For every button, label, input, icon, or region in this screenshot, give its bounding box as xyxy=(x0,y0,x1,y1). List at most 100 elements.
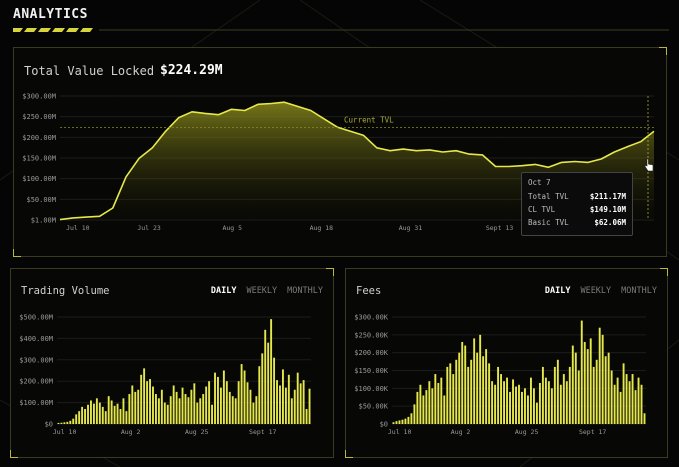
title-divider xyxy=(13,28,669,32)
x-tick-label: Jul 23 xyxy=(137,224,161,232)
volume-bar xyxy=(178,398,181,424)
y-tick-label: $500.00M xyxy=(19,314,53,322)
volume-bar xyxy=(175,391,178,424)
volume-bar xyxy=(66,421,69,424)
volume-bar xyxy=(160,389,163,424)
fees-bar xyxy=(512,379,514,424)
volume-bar xyxy=(305,409,308,424)
volume-bar xyxy=(252,402,255,424)
volume-bar xyxy=(125,411,128,424)
volume-bar xyxy=(169,396,172,424)
volume-bar xyxy=(84,409,86,424)
volume-bar xyxy=(287,374,290,424)
volume-bar xyxy=(92,403,95,424)
trading-volume-panel: Trading Volume DAILY WEEKLY MONTHLY $500… xyxy=(10,268,334,458)
fees-bar xyxy=(431,388,434,424)
volume-bar xyxy=(202,394,205,424)
fees-bar xyxy=(437,382,440,424)
fees-bar xyxy=(455,359,458,424)
volume-bar xyxy=(211,404,213,424)
fees-bar xyxy=(410,413,413,424)
hand-pointer-icon xyxy=(644,158,654,172)
y-tick-label: $100.00M xyxy=(19,399,53,407)
fees-bar xyxy=(574,352,577,424)
volume-bar xyxy=(98,402,101,424)
y-tick-label: $300.00M xyxy=(19,356,53,364)
fees-bar xyxy=(398,420,401,424)
fees-bar xyxy=(613,384,616,424)
volume-bar xyxy=(101,406,104,424)
fees-bar xyxy=(503,381,506,424)
volume-bar xyxy=(225,381,228,424)
fees-bar xyxy=(401,419,404,424)
fees-bar xyxy=(610,370,613,424)
volume-bar xyxy=(187,397,190,424)
volume-bar xyxy=(128,394,131,424)
trading-volume-chart[interactable]: $500.00M $400.00M $300.00M $200.00M $100.00M… xyxy=(11,269,335,459)
volume-bar xyxy=(234,398,237,424)
volume-bar xyxy=(208,381,211,424)
volume-bar xyxy=(60,422,63,424)
current-tvl-label: Current TVL xyxy=(344,115,394,124)
volume-bar xyxy=(78,411,81,424)
x-tick-label: Jul 10 xyxy=(53,428,77,436)
fees-bar xyxy=(449,363,452,424)
fees-bar xyxy=(568,366,571,424)
volume-bar xyxy=(264,329,267,424)
fees-bar xyxy=(521,391,523,424)
tooltip-row: CL TVL $149.10M xyxy=(528,205,626,214)
fees-bar xyxy=(586,349,589,424)
x-tick-label: Aug 25 xyxy=(515,428,539,436)
fees-bar xyxy=(494,384,497,424)
volume-bar xyxy=(122,398,125,424)
volume-bar xyxy=(276,380,278,424)
volume-bar xyxy=(217,376,219,424)
fees-bar xyxy=(595,359,598,424)
volume-bar xyxy=(116,403,119,424)
volume-bar xyxy=(63,422,66,424)
fees-bar xyxy=(527,395,529,424)
y-tick-label: $200.00M xyxy=(19,378,53,386)
fees-bar xyxy=(604,356,607,424)
y-tick-label: $150.00M xyxy=(22,155,56,163)
volume-bar xyxy=(155,394,157,424)
fees-bar xyxy=(416,391,419,424)
volume-bar xyxy=(293,389,296,424)
fees-bar xyxy=(619,391,622,424)
fees-bar xyxy=(616,377,619,424)
fees-bar xyxy=(622,363,625,424)
tooltip-row: Total TVL $211.17M xyxy=(528,192,626,201)
volume-bar xyxy=(107,396,110,424)
fees-bar xyxy=(592,366,595,424)
tvl-tooltip: Oct 7 Total TVL $211.17M CL TVL $149.10M… xyxy=(521,172,633,236)
fees-bar xyxy=(601,334,604,424)
fees-bar xyxy=(643,413,646,424)
volume-bar xyxy=(270,319,273,424)
volume-bar xyxy=(196,402,199,424)
fees-bar xyxy=(541,366,544,424)
volume-bar xyxy=(72,418,75,424)
fees-bar xyxy=(458,352,461,424)
y-tick-label: $0 xyxy=(380,421,388,429)
volume-bar xyxy=(243,370,246,424)
fees-bar xyxy=(482,356,485,424)
volume-bar xyxy=(296,372,299,424)
fees-bar xyxy=(461,341,464,424)
fees-bar xyxy=(524,388,526,424)
volume-bar xyxy=(255,396,258,424)
volume-bar xyxy=(75,414,78,424)
y-tick-label: $300.00K xyxy=(354,314,389,322)
x-tick-label: Aug 18 xyxy=(310,224,334,232)
y-tick-label: $100.00K xyxy=(354,385,389,393)
fees-chart[interactable]: $300.00K $250.00K $200.00K $150.00K $100.00K… xyxy=(346,269,669,459)
volume-bar xyxy=(104,411,107,424)
volume-bar xyxy=(228,391,231,424)
volume-bar xyxy=(299,383,302,424)
x-tick-label: Sept 17 xyxy=(249,428,276,436)
y-tick-label: $400.00M xyxy=(19,335,53,343)
fees-bar xyxy=(488,363,491,424)
fees-bar xyxy=(395,421,398,424)
fees-bar xyxy=(637,377,640,424)
fees-bar xyxy=(491,381,494,424)
fees-bar xyxy=(580,320,583,424)
